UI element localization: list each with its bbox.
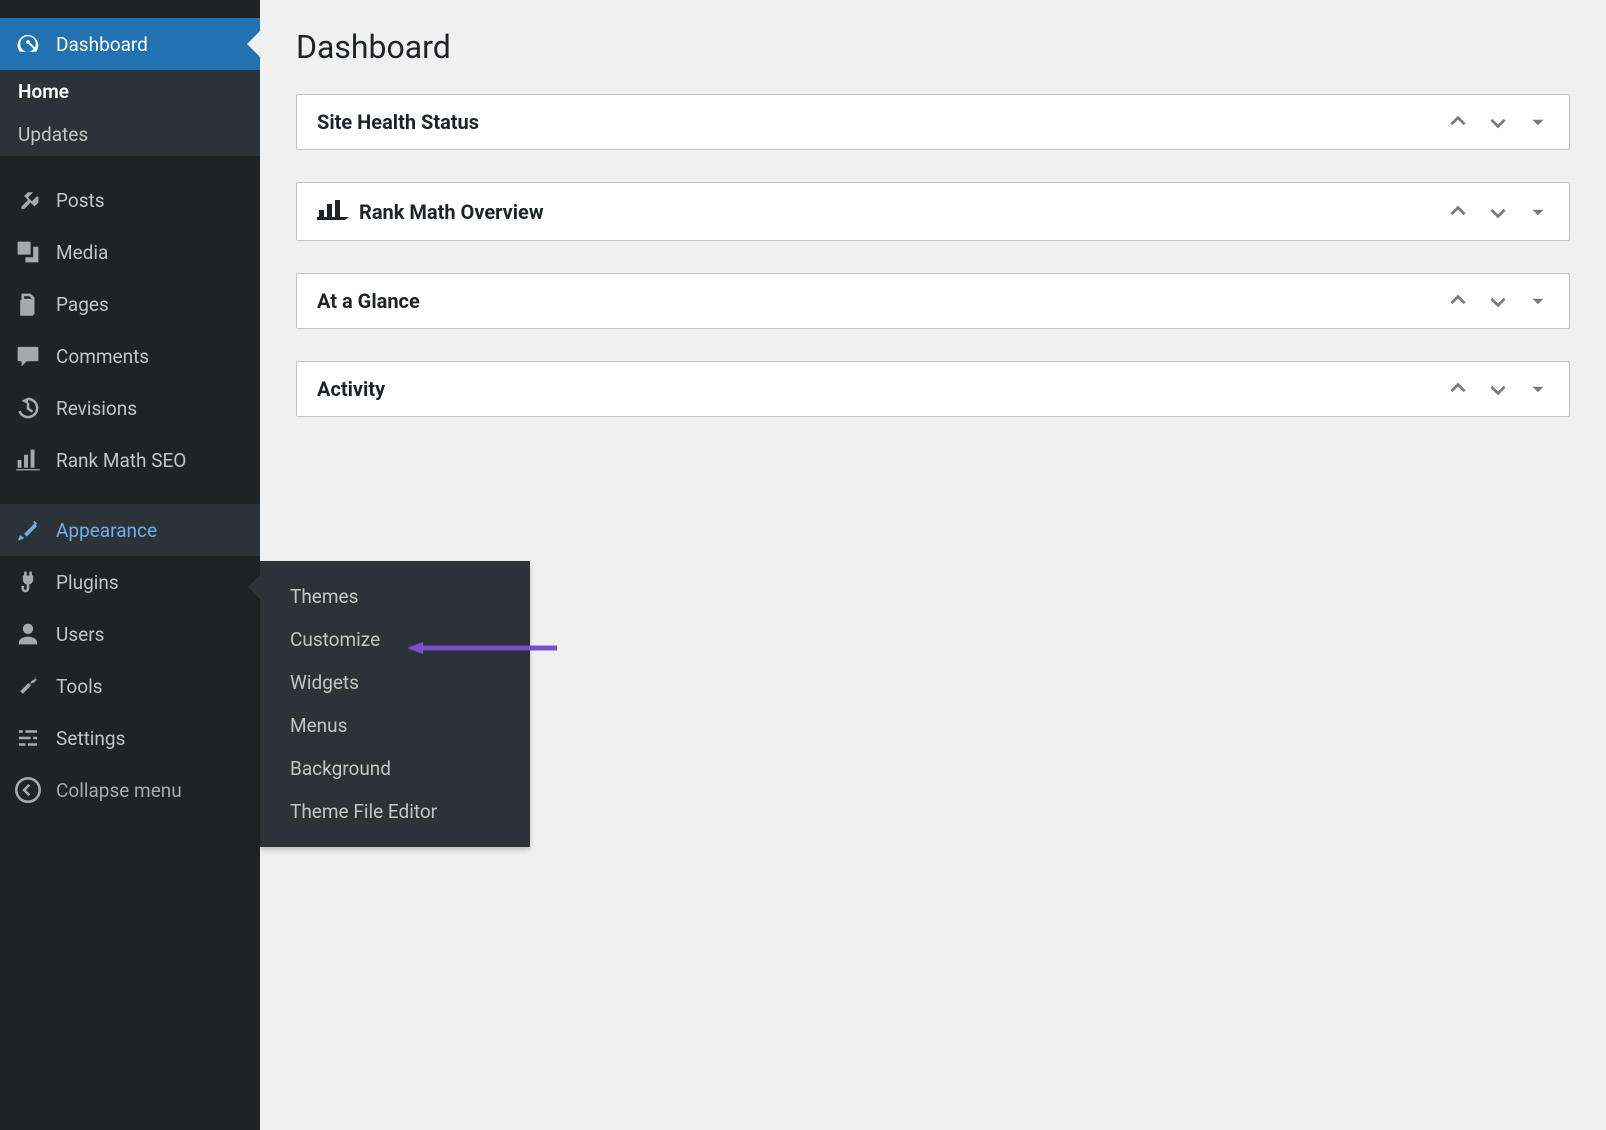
widget-site-health[interactable]: Site Health Status xyxy=(296,94,1570,150)
move-down-icon[interactable] xyxy=(1487,378,1509,400)
submenu-item-home[interactable]: Home xyxy=(0,70,260,113)
widget-title-text: Rank Math Overview xyxy=(359,200,544,224)
history-icon xyxy=(14,394,42,422)
sidebar-item-settings[interactable]: Settings xyxy=(0,712,260,764)
menu-label: Comments xyxy=(56,345,149,368)
toggle-icon[interactable] xyxy=(1527,290,1549,312)
dashboard-submenu: Home Updates xyxy=(0,70,260,156)
page-title: Dashboard xyxy=(296,28,1570,66)
widget-controls xyxy=(1447,290,1549,312)
menu-label: Collapse menu xyxy=(56,779,182,802)
brush-icon xyxy=(14,516,42,544)
flyout-item-background[interactable]: Background xyxy=(260,747,530,790)
widget-title-text: Site Health Status xyxy=(317,110,479,134)
move-down-icon[interactable] xyxy=(1487,111,1509,133)
sidebar-item-comments[interactable]: Comments xyxy=(0,330,260,382)
flyout-item-theme-file-editor[interactable]: Theme File Editor xyxy=(260,790,530,833)
sidebar-item-revisions[interactable]: Revisions xyxy=(0,382,260,434)
menu-separator xyxy=(0,486,260,504)
move-down-icon[interactable] xyxy=(1487,201,1509,223)
appearance-flyout: Themes Customize Widgets Menus Backgroun… xyxy=(260,561,530,847)
menu-separator xyxy=(0,156,260,174)
menu-label: Settings xyxy=(56,727,125,750)
menu-label: Tools xyxy=(56,675,103,698)
pin-icon xyxy=(14,186,42,214)
move-up-icon[interactable] xyxy=(1447,111,1469,133)
widget-controls xyxy=(1447,111,1549,133)
move-up-icon[interactable] xyxy=(1447,201,1469,223)
move-up-icon[interactable] xyxy=(1447,290,1469,312)
sidebar-item-rankmath[interactable]: Rank Math SEO xyxy=(0,434,260,486)
submenu-item-updates[interactable]: Updates xyxy=(0,113,260,156)
widget-title-text: At a Glance xyxy=(317,289,420,313)
chart-icon xyxy=(14,446,42,474)
rankmath-icon xyxy=(317,198,349,225)
widget-at-a-glance[interactable]: At a Glance xyxy=(296,273,1570,329)
widget-controls xyxy=(1447,201,1549,223)
toggle-icon[interactable] xyxy=(1527,201,1549,223)
move-down-icon[interactable] xyxy=(1487,290,1509,312)
menu-label: Posts xyxy=(56,189,105,212)
flyout-item-widgets[interactable]: Widgets xyxy=(260,661,530,704)
comment-icon xyxy=(14,342,42,370)
menu-label: Rank Math SEO xyxy=(56,449,186,472)
widget-activity[interactable]: Activity xyxy=(296,361,1570,417)
sidebar-item-pages[interactable]: Pages xyxy=(0,278,260,330)
sidebar-item-users[interactable]: Users xyxy=(0,608,260,660)
toggle-icon[interactable] xyxy=(1527,378,1549,400)
sidebar-item-tools[interactable]: Tools xyxy=(0,660,260,712)
wrench-icon xyxy=(14,672,42,700)
menu-label: Users xyxy=(56,623,104,646)
flyout-item-themes[interactable]: Themes xyxy=(260,575,530,618)
plug-icon xyxy=(14,568,42,596)
sidebar-item-plugins[interactable]: Plugins xyxy=(0,556,260,608)
menu-label: Pages xyxy=(56,293,109,316)
pages-icon xyxy=(14,290,42,318)
flyout-item-menus[interactable]: Menus xyxy=(260,704,530,747)
widget-rankmath-overview[interactable]: Rank Math Overview xyxy=(296,182,1570,241)
widget-title-text: Activity xyxy=(317,377,385,401)
move-up-icon[interactable] xyxy=(1447,378,1469,400)
annotation-arrow xyxy=(407,639,557,658)
sidebar-item-posts[interactable]: Posts xyxy=(0,174,260,226)
sidebar-item-dashboard[interactable]: Dashboard xyxy=(0,18,260,70)
toggle-icon[interactable] xyxy=(1527,111,1549,133)
widget-controls xyxy=(1447,378,1549,400)
sidebar-item-appearance[interactable]: Appearance xyxy=(0,504,260,556)
menu-label: Media xyxy=(56,241,108,264)
toolbar-strip xyxy=(0,0,260,18)
user-icon xyxy=(14,620,42,648)
sliders-icon xyxy=(14,724,42,752)
menu-label: Dashboard xyxy=(56,33,148,56)
dashboard-icon xyxy=(14,30,42,58)
menu-label: Revisions xyxy=(56,397,137,420)
sidebar-item-collapse[interactable]: Collapse menu xyxy=(0,764,260,816)
sidebar-item-media[interactable]: Media xyxy=(0,226,260,278)
media-icon xyxy=(14,238,42,266)
menu-label: Appearance xyxy=(56,519,157,542)
menu-label: Plugins xyxy=(56,571,119,594)
admin-sidebar: Dashboard Home Updates Posts Media Pages… xyxy=(0,0,260,1130)
collapse-icon xyxy=(14,776,42,804)
